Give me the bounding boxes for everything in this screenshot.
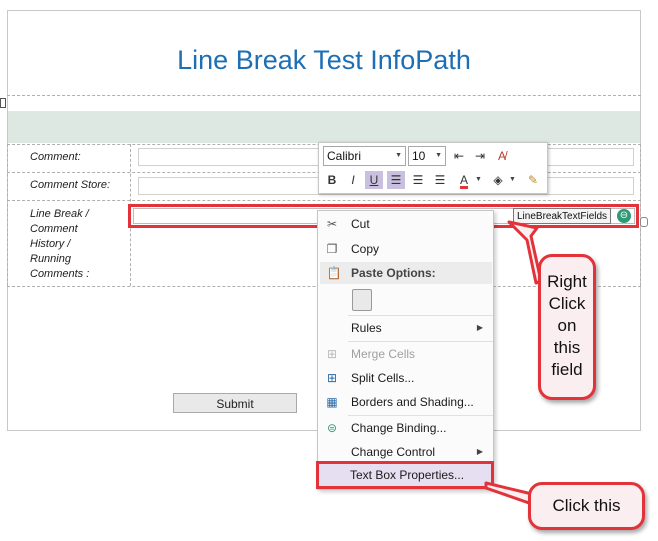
right-click-callout-pointer bbox=[507, 220, 543, 285]
click-this-callout: Click this bbox=[528, 482, 645, 530]
right-click-callout: Right Click on this field bbox=[538, 254, 596, 400]
click-this-callout-pointer bbox=[484, 481, 534, 506]
